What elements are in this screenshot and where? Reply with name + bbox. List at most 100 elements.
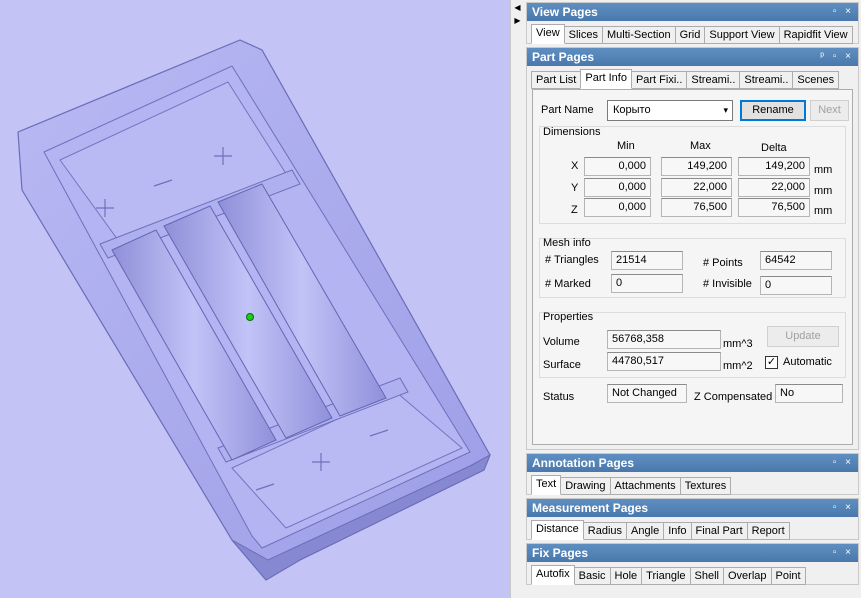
tab-part-info[interactable]: Part Info xyxy=(580,69,632,89)
part-pages-panel: Part Pages ᵖ ▫ × Part List Part Info Part … xyxy=(526,47,859,450)
next-button[interactable]: Next xyxy=(810,100,849,121)
volume-field[interactable]: 56768,358 xyxy=(607,330,721,349)
part-name-select[interactable]: Корыто ▾ xyxy=(607,100,733,121)
panel-header-buttons[interactable]: ▫ × xyxy=(833,454,854,472)
close-icon[interactable]: × xyxy=(845,502,854,513)
restore-icon[interactable]: ▫ xyxy=(833,457,840,468)
tab-basic[interactable]: Basic xyxy=(573,567,611,585)
z-min-field[interactable]: 0,000 xyxy=(584,198,651,217)
restore-icon[interactable]: ▫ xyxy=(833,547,840,558)
view-pages-header: View Pages ▫ × xyxy=(527,3,858,21)
tab-attachments[interactable]: Attachments xyxy=(609,477,681,495)
x-max-field[interactable]: 149,200 xyxy=(661,157,732,176)
restore-icon[interactable]: ▫ xyxy=(833,6,840,17)
panel-splitter[interactable]: ◀ ▶ xyxy=(510,0,524,598)
view-pages-panel: View Pages ▫ × View Slices Multi-Section Gr… xyxy=(526,2,859,44)
volume-unit-label: mm^3 xyxy=(723,338,753,350)
x-min-field[interactable]: 0,000 xyxy=(584,157,651,176)
tab-grid[interactable]: Grid xyxy=(674,26,706,44)
marked-label: # Marked xyxy=(545,278,591,290)
tab-distance[interactable]: Distance xyxy=(531,520,584,540)
close-icon[interactable]: × xyxy=(845,457,854,468)
marked-field[interactable]: 0 xyxy=(611,274,683,293)
y-min-field[interactable]: 0,000 xyxy=(584,178,651,197)
tab-textures[interactable]: Textures xyxy=(679,477,732,495)
x-delta-field[interactable]: 149,200 xyxy=(738,157,810,176)
tab-support-view[interactable]: Support View xyxy=(704,26,780,44)
fix-pages-header: Fix Pages ▫ × xyxy=(527,544,858,562)
collapse-arrow-icon[interactable]: ◀ xyxy=(513,3,522,13)
tab-shell[interactable]: Shell xyxy=(689,567,724,585)
automatic-checkbox[interactable]: ✓ xyxy=(765,356,778,369)
tab-radius[interactable]: Radius xyxy=(582,522,628,540)
invisible-label: # Invisible xyxy=(703,278,752,290)
y-label: Y xyxy=(571,182,579,194)
part-pages-header: Part Pages ᵖ ▫ × xyxy=(527,48,858,66)
tab-point[interactable]: Point xyxy=(770,567,806,585)
close-icon[interactable]: × xyxy=(845,51,854,62)
triangles-field[interactable]: 21514 xyxy=(611,251,683,270)
panel-header-buttons[interactable]: ▫ × xyxy=(833,544,854,562)
points-field[interactable]: 64542 xyxy=(760,251,832,270)
tab-part-fixing[interactable]: Part Fixi.. xyxy=(630,71,688,89)
status-field[interactable]: Not Changed xyxy=(607,384,687,403)
close-icon[interactable]: × xyxy=(845,547,854,558)
restore-icon[interactable]: ▫ xyxy=(833,502,840,513)
triangles-label: # Triangles xyxy=(545,254,599,266)
z-unit-label: mm xyxy=(814,205,833,217)
tab-final-part[interactable]: Final Part xyxy=(690,522,748,540)
tab-triangle[interactable]: Triangle xyxy=(641,567,691,585)
panel-header-buttons[interactable]: ᵖ ▫ × xyxy=(820,48,854,66)
tab-rapidfit-view[interactable]: Rapidfit View xyxy=(778,26,853,44)
measurement-pages-tabs: Distance Radius Angle Info Final Part Report xyxy=(527,520,858,540)
measurement-pages-panel: Measurement Pages ▫ × Distance Radius Angl… xyxy=(526,498,859,540)
part-name-value: Корыто xyxy=(613,104,651,116)
col-delta-label: Delta xyxy=(761,142,787,154)
restore-icon[interactable]: ▫ xyxy=(833,51,840,62)
tab-hole[interactable]: Hole xyxy=(609,567,643,585)
dimensions-title: Dimensions xyxy=(543,126,601,138)
tray-model-render[interactable] xyxy=(0,0,510,598)
tab-angle[interactable]: Angle xyxy=(626,522,665,540)
close-icon[interactable]: × xyxy=(845,6,854,17)
z-delta-field[interactable]: 76,500 xyxy=(738,198,810,217)
expand-arrow-icon[interactable]: ▶ xyxy=(513,16,522,26)
annotation-pages-header: Annotation Pages ▫ × xyxy=(527,454,858,472)
tab-streaming-2[interactable]: Streami.. xyxy=(739,71,794,89)
tab-streaming-1[interactable]: Streami.. xyxy=(686,71,741,89)
tab-view[interactable]: View xyxy=(531,24,565,44)
tab-slices[interactable]: Slices xyxy=(563,26,603,44)
y-delta-field[interactable]: 22,000 xyxy=(738,178,810,197)
tab-info[interactable]: Info xyxy=(663,522,692,540)
z-compensated-label: Z Compensated xyxy=(694,391,773,403)
y-max-field[interactable]: 22,000 xyxy=(661,178,732,197)
tab-report[interactable]: Report xyxy=(746,522,790,540)
annotation-pages-title: Annotation Pages xyxy=(532,456,635,470)
panel-header-buttons[interactable]: ▫ × xyxy=(833,499,854,517)
rename-button[interactable]: Rename xyxy=(740,100,806,121)
tab-multi-section[interactable]: Multi-Section xyxy=(602,26,676,44)
part-name-label: Part Name xyxy=(541,104,594,116)
panel-header-buttons[interactable]: ▫ × xyxy=(833,3,854,21)
points-label: # Points xyxy=(703,257,743,269)
pin-icon[interactable]: ᵖ xyxy=(820,51,827,62)
3d-viewport[interactable] xyxy=(0,0,510,598)
surface-field[interactable]: 44780,517 xyxy=(607,352,721,371)
fix-pages-title: Fix Pages xyxy=(532,546,589,560)
z-label: Z xyxy=(571,204,578,216)
tab-overlap[interactable]: Overlap xyxy=(722,567,772,585)
volume-label: Volume xyxy=(543,336,580,348)
tab-text[interactable]: Text xyxy=(531,475,562,495)
part-pages-tabs: Part List Part Info Part Fixi.. Streami.. St… xyxy=(527,69,858,89)
selection-point-marker[interactable] xyxy=(246,313,254,321)
surface-label: Surface xyxy=(543,359,581,371)
tab-part-list[interactable]: Part List xyxy=(531,71,582,89)
z-compensated-field[interactable]: No xyxy=(775,384,843,403)
tab-autofix[interactable]: Autofix xyxy=(531,565,575,585)
update-button[interactable]: Update xyxy=(767,326,839,347)
z-max-field[interactable]: 76,500 xyxy=(661,198,732,217)
tab-scenes[interactable]: Scenes xyxy=(792,71,840,89)
tab-drawing[interactable]: Drawing xyxy=(560,477,611,495)
side-panels: View Pages ▫ × View Slices Multi-Section Gr… xyxy=(524,0,861,598)
invisible-field[interactable]: 0 xyxy=(760,276,832,295)
